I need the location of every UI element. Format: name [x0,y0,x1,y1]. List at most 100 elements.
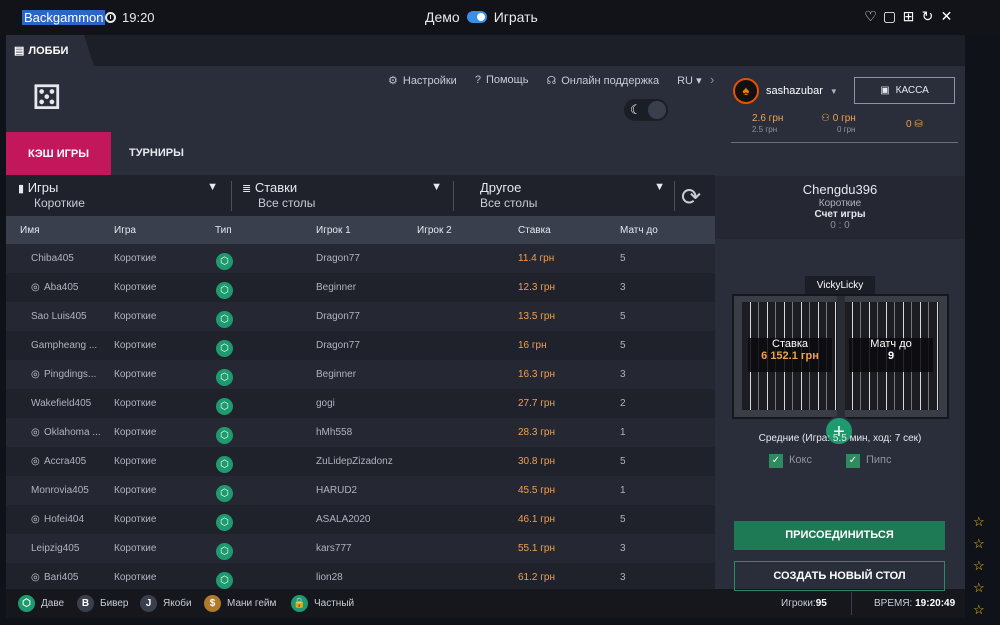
table-row[interactable]: ◎ Oklahoma ... Короткие ⬡ hMh558 28.3 грн 1 [6,418,715,447]
table-row[interactable]: Monrovia405 Короткие ⬡ HARUD2 45.5 грн 1 [6,476,715,505]
support-link[interactable]: ☊ Онлайн поддержка [546,74,659,87]
row-name: Monrovia405 [31,485,89,496]
filter-other-label: Другое [480,180,522,195]
clock: 19:20 [105,10,155,25]
balance-chips: ⚇ 0 грн 0 грн [821,113,856,134]
cox-checkbox[interactable]: ✓ Кокс [769,454,812,468]
mode-demo-label: Демо [425,9,460,25]
row-game: Короткие [114,340,157,351]
fullscreen-icon[interactable]: ▢ [882,8,897,25]
row-name: Leipzig405 [31,543,80,554]
coins-value: 0 [906,119,912,130]
join-button[interactable]: ПРИСОЕДИНИТЬСЯ [734,521,945,550]
row-stake: 16.3 грн [518,369,555,380]
favorite-icon[interactable]: ♡ [863,8,878,25]
col-stake[interactable]: Ставка [518,225,551,236]
star-icon[interactable]: ☆ [973,536,985,552]
mode-toggle[interactable] [466,11,487,23]
tab-cash-games[interactable]: КЭШ ИГРЫ [6,132,111,175]
create-table-button[interactable]: СОЗДАТЬ НОВЫЙ СТОЛ [734,561,945,591]
row-game: Короткие [114,253,157,264]
tab-lobby-label: ЛОББИ [28,44,69,57]
cube-icon: ⬡ [216,253,233,270]
col-type[interactable]: Тип [215,225,232,236]
col-name[interactable]: Имя [20,225,39,236]
row-player1: Dragon77 [316,311,360,322]
pips-checkbox[interactable]: ✓ Пипс [845,454,892,468]
row-game: Короткие [114,543,157,554]
help-link[interactable]: ? Помощь [475,74,529,87]
row-game: Короткие [114,398,157,409]
star-icon[interactable]: ☆ [973,602,985,618]
row-stake: 16 грн [518,340,547,351]
headset-icon: ☊ [546,75,557,87]
col-game[interactable]: Игра [114,225,136,236]
tab-tournaments[interactable]: ТУРНИРЫ [129,132,184,175]
col-player1[interactable]: Игрок 1 [316,225,351,236]
settings-link[interactable]: ⚙ Настройки [388,74,457,87]
theme-toggle[interactable]: ☾ [624,99,668,121]
lobby-panel: ⚄ ⚙ Настройки ? Помощь ☊ Онлайн поддержка R… [6,66,715,592]
match-label: Матч до [870,338,912,350]
backgammon-board: Ставка 6 152.1 грн Матч до 9 [732,294,949,419]
table-row[interactable]: Gampheang ... Короткие ⬡ Dragon77 16 грн 5 [6,331,715,360]
refresh-icon[interactable]: ⟳ [681,183,701,212]
col-match[interactable]: Матч до [620,225,658,236]
coin-icon: $ [204,595,221,612]
reload-icon[interactable]: ↻ [920,8,935,25]
cube-icon: ⬡ [216,340,233,357]
filter-other-value: Все столы [480,196,538,210]
cube-icon: ⬡ [216,485,233,502]
language-select[interactable]: RU ▾ [677,74,701,87]
row-player1: hMh558 [316,427,353,438]
row-match: 5 [620,253,626,264]
seated-player: VickyLicky [805,276,875,295]
row-match: 3 [620,369,626,380]
close-icon[interactable]: ✕ [939,8,954,25]
row-name: Sao Luis405 [31,311,87,322]
cashier-button[interactable]: ▣ КАССА [854,77,955,104]
beaver-icon: B [77,595,94,612]
chevron-down-icon: ▾ [696,75,702,87]
table-row[interactable]: ◎ Hofei404 Короткие ⬡ ASALA2020 46.1 грн 5 [6,505,715,534]
filter-stakes-value: Все столы [258,196,316,210]
table-row[interactable]: ◎ Bari405 Короткие ⬡ lion28 61.2 грн 3 [6,563,715,592]
star-icon[interactable]: ☆ [973,580,985,596]
star-icon[interactable]: ☆ [973,558,985,574]
divider [731,142,958,143]
table-row[interactable]: ◎ Accra405 Короткие ⬡ ZuLidepZizadonz 30.8 гр… [6,447,715,476]
row-stake: 27.7 грн [518,398,555,409]
row-name: Accra405 [44,456,87,467]
divider [453,181,454,211]
table-row[interactable]: Wakefield405 Короткие ⬡ gogi 27.7 грн 2 [6,389,715,418]
chevron-right-icon[interactable]: › [710,72,714,87]
stake-label: Ставка [772,338,808,350]
lobby-icon: ▤ [14,45,25,57]
filter-games[interactable]: ▮ Игры Короткие ▼ [18,175,218,216]
title-bar: Backgammon 19:20 Демо Играть ♡ ▢ ⊞ ↻ ✕ [0,0,1000,35]
hidden-eye-icon: ◎ [31,282,40,293]
cube-icon: ⬡ [216,456,233,473]
table-row[interactable]: Chiba405 Короткие ⬡ Dragon77 11.4 грн 5 [6,244,715,273]
filters: ▮ Игры Короткие ▼ ≣ Ставки Все столы ▼ Д… [6,175,715,216]
pips-label: Пипс [865,454,892,466]
tab-bar: ▤ ЛОББИ [6,35,965,66]
row-match: 3 [620,572,626,583]
star-icon[interactable]: ☆ [973,514,985,530]
cube-icon: ⬡ [216,514,233,531]
col-player2[interactable]: Игрок 2 [417,225,452,236]
cube-icon: ⬡ [216,282,233,299]
row-player1: kars777 [316,543,352,554]
tab-lobby[interactable]: ▤ ЛОББИ [6,35,94,66]
user-menu[interactable]: ♠ sashazubar ▼ [733,78,838,104]
support-label: Онлайн поддержка [561,75,660,87]
cube-icon: ⬡ [18,595,35,612]
layout-icon[interactable]: ⊞ [901,8,916,25]
filter-other[interactable]: Другое Все столы ▼ [480,175,665,216]
table-row[interactable]: Sao Luis405 Короткие ⬡ Dragon77 13.5 грн 5 [6,302,715,331]
table-row[interactable]: Leipzig405 Короткие ⬡ kars777 55.1 грн 3 [6,534,715,563]
table-row[interactable]: ◎ Aba405 Короткие ⬡ Beginner 12.3 грн 3 [6,273,715,302]
table-row[interactable]: ◎ Pingdings... Короткие ⬡ Beginner 16.3 грн 3 [6,360,715,389]
filter-stakes[interactable]: ≣ Ставки Все столы ▼ [242,175,442,216]
mode-switch[interactable]: Демо Играть [425,9,538,25]
